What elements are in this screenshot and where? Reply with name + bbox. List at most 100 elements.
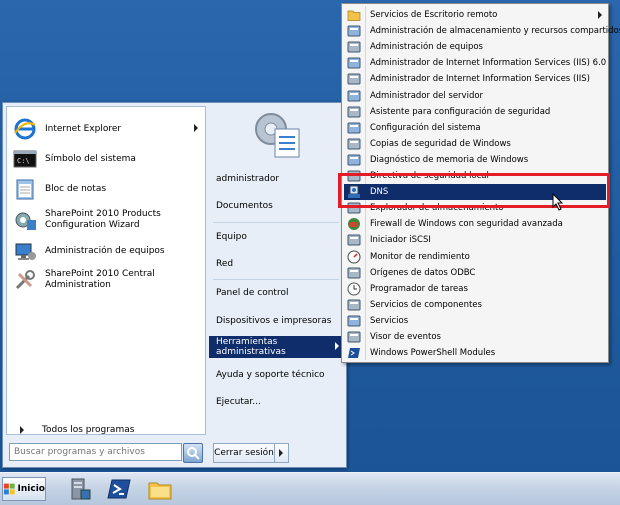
pinned-label: Administración de equipos bbox=[45, 245, 165, 256]
admin-tool-item[interactable]: Administrador del servidor bbox=[344, 88, 606, 104]
admin-tool-item[interactable]: Programador de tareas bbox=[344, 281, 606, 297]
places-item-run[interactable]: Ejecutar... bbox=[209, 392, 343, 412]
computer-management-icon bbox=[13, 239, 37, 263]
admin-tool-label: Orígenes de datos ODBC bbox=[370, 267, 476, 278]
start-label: Inicio bbox=[17, 484, 45, 494]
admin-tool-label: Servicios de componentes bbox=[370, 299, 482, 310]
admin-tool-item[interactable]: Servicios bbox=[344, 313, 606, 329]
mouse-cursor-icon bbox=[552, 193, 564, 211]
places-label: Herramientas administrativas bbox=[216, 337, 286, 357]
annotation-highlight-box bbox=[338, 173, 610, 208]
admin-tool-label: Administrador de Internet Information Se… bbox=[370, 58, 607, 69]
notepad-icon bbox=[13, 177, 37, 201]
sharepoint-config-icon bbox=[13, 208, 37, 232]
submenu-arrow-icon bbox=[194, 124, 198, 132]
admin-tool-label: Configuración del sistema bbox=[370, 122, 481, 133]
admin-tool-item[interactable]: Administrador de Internet Information Se… bbox=[344, 55, 606, 71]
pinned-label: Internet Explorer bbox=[45, 123, 122, 134]
taskbar: Inicio bbox=[0, 472, 620, 505]
performance-monitor-icon bbox=[347, 250, 361, 264]
places-label: Ayuda y soporte técnico bbox=[216, 370, 325, 380]
server-manager-icon bbox=[71, 478, 91, 500]
admin-tool-label: Monitor de rendimiento bbox=[370, 251, 470, 262]
pinned-notepad[interactable]: Bloc de notas bbox=[10, 175, 202, 203]
pinned-sharepoint-config[interactable]: SharePoint 2010 Products Configuration W… bbox=[10, 205, 202, 235]
start-menu-places-pane: administrador Documentos Equipo Red Pane… bbox=[207, 103, 346, 467]
admin-tool-item[interactable]: Iniciador iSCSI bbox=[344, 232, 606, 248]
places-item-admin-tools[interactable]: Herramientas administrativas bbox=[209, 336, 343, 358]
search-button[interactable] bbox=[183, 443, 203, 463]
pinned-sharepoint-admin[interactable]: SharePoint 2010 Central Administration bbox=[10, 265, 202, 295]
command-prompt-icon: C:\ bbox=[13, 147, 37, 171]
internet-explorer-icon bbox=[13, 117, 37, 141]
admin-tool-item[interactable]: Asistente para configuración de segurida… bbox=[344, 104, 606, 120]
pinned-computer-management[interactable]: Administración de equipos bbox=[10, 237, 202, 265]
all-programs-button[interactable]: Todos los programas bbox=[10, 421, 202, 439]
iscsi-icon bbox=[347, 233, 361, 247]
admin-tool-item[interactable]: Diagnóstico de memoria de Windows bbox=[344, 152, 606, 168]
logoff-button-group: Cerrar sesión bbox=[213, 443, 289, 463]
security-wizard-icon bbox=[347, 105, 361, 119]
pinned-internet-explorer[interactable]: Internet Explorer bbox=[10, 115, 202, 143]
start-button[interactable]: Inicio bbox=[2, 477, 46, 501]
places-item-help[interactable]: Ayuda y soporte técnico bbox=[209, 365, 343, 385]
memory-diagnostic-icon bbox=[347, 153, 361, 167]
server-manager-icon bbox=[347, 89, 361, 103]
taskbar-explorer[interactable] bbox=[147, 476, 173, 502]
shutdown-options-button[interactable] bbox=[275, 444, 288, 462]
start-menu: Internet Explorer C:\ Símbolo del sistem… bbox=[2, 102, 347, 468]
logoff-button[interactable]: Cerrar sesión bbox=[214, 444, 275, 462]
submenu-arrow-icon bbox=[335, 342, 339, 350]
admin-tool-label: Administración de almacenamiento y recur… bbox=[370, 26, 620, 37]
search-box[interactable] bbox=[9, 443, 182, 461]
system-config-icon bbox=[347, 121, 361, 135]
explorer-folder-icon bbox=[148, 482, 172, 500]
admin-tool-item[interactable]: Orígenes de datos ODBC bbox=[344, 265, 606, 281]
admin-tool-item[interactable]: Copias de seguridad de Windows bbox=[344, 136, 606, 152]
admin-tool-item[interactable]: Monitor de rendimiento bbox=[344, 249, 606, 265]
places-item-network[interactable]: Red bbox=[209, 254, 343, 274]
search-input[interactable] bbox=[10, 447, 178, 457]
sharepoint-admin-icon bbox=[13, 268, 37, 292]
iis6-icon bbox=[347, 56, 361, 70]
admin-tool-item[interactable]: Administración de almacenamiento y recur… bbox=[344, 23, 620, 39]
pinned-label: Símbolo del sistema bbox=[45, 153, 136, 164]
admin-tool-item[interactable]: Visor de eventos bbox=[344, 329, 606, 345]
services-icon bbox=[347, 314, 361, 328]
admin-tool-item[interactable]: Firewall de Windows con seguridad avanza… bbox=[344, 216, 606, 232]
places-item-user[interactable]: administrador bbox=[209, 169, 343, 189]
places-item-documents[interactable]: Documentos bbox=[209, 196, 343, 216]
svg-text:C:\: C:\ bbox=[17, 157, 30, 165]
powershell-icon bbox=[107, 479, 131, 499]
pinned-label: SharePoint 2010 Central Administration bbox=[45, 269, 155, 290]
admin-tool-label: Administrador del servidor bbox=[370, 90, 484, 101]
admin-tool-label: Administrador de Internet Information Se… bbox=[370, 74, 590, 85]
admin-tool-label: Programador de tareas bbox=[370, 283, 468, 294]
taskbar-server-manager[interactable] bbox=[66, 476, 92, 502]
admin-tool-label: Iniciador iSCSI bbox=[370, 235, 431, 246]
pinned-command-prompt[interactable]: C:\ Símbolo del sistema bbox=[10, 145, 202, 173]
admin-tool-label: Copias de seguridad de Windows bbox=[370, 138, 511, 149]
search-icon bbox=[187, 447, 200, 460]
places-label: Panel de control bbox=[216, 288, 289, 298]
admin-tool-item[interactable]: Configuración del sistema bbox=[344, 120, 606, 136]
admin-tool-item[interactable]: Servicios de Escritorio remoto bbox=[344, 7, 606, 23]
taskbar-powershell[interactable] bbox=[106, 476, 132, 502]
admin-tool-item[interactable]: Servicios de componentes bbox=[344, 297, 606, 313]
places-item-devices-printers[interactable]: Dispositivos e impresoras bbox=[209, 311, 343, 331]
places-label: administrador bbox=[216, 174, 280, 184]
separator bbox=[213, 222, 339, 223]
places-label: Equipo bbox=[216, 232, 247, 242]
places-item-control-panel[interactable]: Panel de control bbox=[209, 283, 343, 303]
pinned-label: SharePoint 2010 Products Configuration W… bbox=[45, 209, 161, 230]
submenu-arrow-icon bbox=[598, 11, 602, 19]
places-item-computer[interactable]: Equipo bbox=[209, 227, 343, 247]
pinned-label: Bloc de notas bbox=[45, 183, 107, 194]
start-menu-programs-pane: Internet Explorer C:\ Símbolo del sistem… bbox=[6, 106, 206, 435]
folder-icon bbox=[347, 8, 361, 22]
backup-icon bbox=[347, 137, 361, 151]
admin-tool-item[interactable]: Administrador de Internet Information Se… bbox=[344, 71, 606, 87]
user-picture bbox=[249, 107, 307, 161]
admin-tool-item[interactable]: Administración de equipos bbox=[344, 39, 606, 55]
admin-tool-item[interactable]: Windows PowerShell Modules bbox=[344, 345, 606, 361]
